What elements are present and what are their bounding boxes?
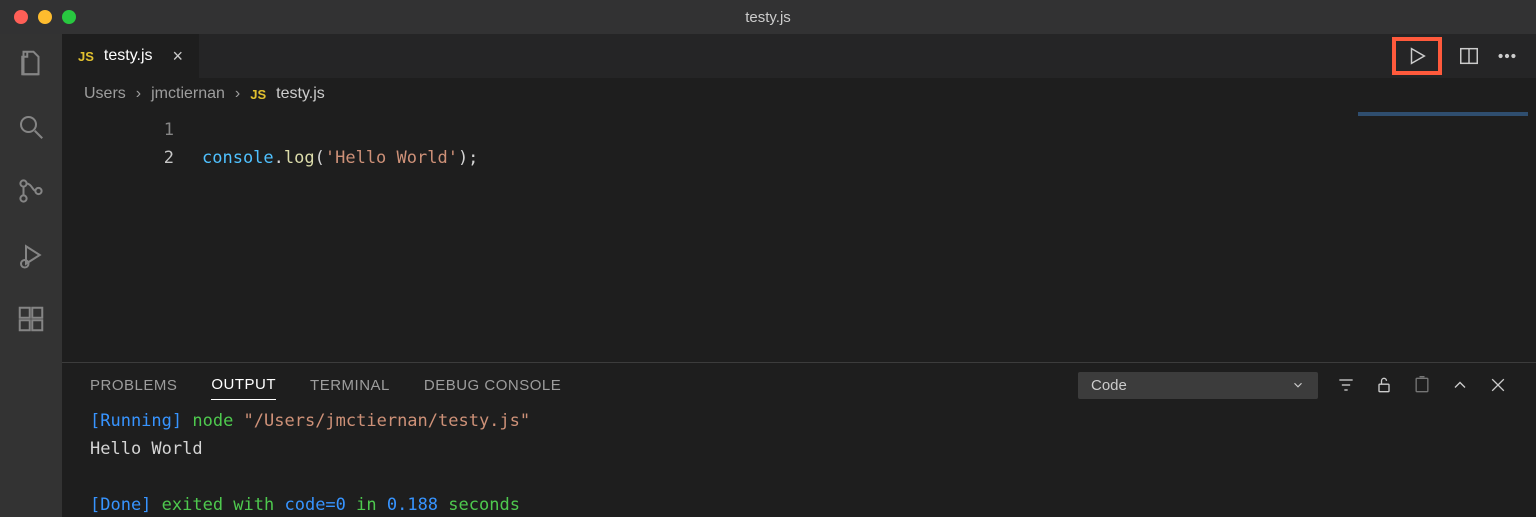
chevron-down-icon <box>1291 378 1305 392</box>
output-line: [Running] node "/Users/jmctiernan/testy.… <box>90 407 1508 435</box>
line-content[interactable]: console.log('Hello World'); <box>202 144 478 172</box>
titlebar[interactable]: testy.js <box>0 0 1536 34</box>
chevron-right-icon: › <box>235 85 240 103</box>
tab-filename: testy.js <box>104 47 153 65</box>
close-panel-icon[interactable] <box>1488 375 1508 395</box>
extensions-icon[interactable] <box>16 304 46 334</box>
code-editor[interactable]: 1 2 console.log('Hello World'); <box>62 110 1536 362</box>
breadcrumb[interactable]: Users › jmctiernan › JS testy.js <box>62 78 1536 110</box>
breadcrumb-seg-user[interactable]: jmctiernan <box>151 85 225 103</box>
editor-group: JS testy.js × <box>62 34 1536 517</box>
output-body[interactable]: [Running] node "/Users/jmctiernan/testy.… <box>62 407 1536 517</box>
explorer-icon[interactable] <box>16 48 46 78</box>
lock-icon[interactable] <box>1374 375 1394 395</box>
line-number: 1 <box>62 116 202 144</box>
main-row: JS testy.js × <box>0 34 1536 517</box>
close-window-button[interactable] <box>14 10 28 24</box>
panel-tab-problems[interactable]: PROBLEMS <box>90 371 177 400</box>
activity-bar <box>0 34 62 517</box>
vscode-window: testy.js JS testy.js <box>0 0 1536 517</box>
close-tab-icon[interactable]: × <box>173 46 184 67</box>
js-file-icon: JS <box>250 87 266 102</box>
panel-tab-debug-console[interactable]: DEBUG CONSOLE <box>424 371 561 400</box>
editor-line: 2 console.log('Hello World'); <box>62 144 1536 172</box>
panel-tab-output[interactable]: OUTPUT <box>211 370 276 400</box>
window-title: testy.js <box>745 9 791 26</box>
js-file-icon: JS <box>78 49 94 64</box>
run-debug-icon[interactable] <box>16 240 46 270</box>
minimize-window-button[interactable] <box>38 10 52 24</box>
search-icon[interactable] <box>16 112 46 142</box>
split-editor-icon[interactable] <box>1458 45 1480 67</box>
clear-output-icon[interactable] <box>1412 375 1432 395</box>
editor-line: 1 <box>62 116 1536 144</box>
output-line <box>90 463 1508 491</box>
panel-tab-terminal[interactable]: TERMINAL <box>310 371 390 400</box>
filter-icon[interactable] <box>1336 375 1356 395</box>
maximize-window-button[interactable] <box>62 10 76 24</box>
window-controls <box>0 10 76 24</box>
line-number: 2 <box>62 144 202 172</box>
tab-bar: JS testy.js × <box>62 34 1536 78</box>
run-code-button[interactable] <box>1406 45 1428 67</box>
chevron-up-icon[interactable] <box>1450 375 1470 395</box>
run-code-button-highlight <box>1392 37 1442 75</box>
output-line: Hello World <box>90 435 1508 463</box>
panel-actions: Code <box>1078 372 1508 399</box>
editor-actions <box>1392 34 1536 78</box>
bottom-panel: PROBLEMS OUTPUT TERMINAL DEBUG CONSOLE C… <box>62 362 1536 517</box>
panel-tab-bar: PROBLEMS OUTPUT TERMINAL DEBUG CONSOLE C… <box>62 363 1536 407</box>
output-channel-dropdown[interactable]: Code <box>1078 372 1318 399</box>
minimap-viewport[interactable] <box>1358 112 1528 116</box>
output-line: [Done] exited with code=0 in 0.188 secon… <box>90 491 1508 517</box>
source-control-icon[interactable] <box>16 176 46 206</box>
breadcrumb-seg-users[interactable]: Users <box>84 85 126 103</box>
chevron-right-icon: › <box>136 85 141 103</box>
dropdown-value: Code <box>1091 377 1127 394</box>
breadcrumb-seg-file[interactable]: testy.js <box>276 85 325 103</box>
tab-testy-js[interactable]: JS testy.js × <box>62 34 200 78</box>
more-actions-icon[interactable] <box>1496 45 1518 67</box>
